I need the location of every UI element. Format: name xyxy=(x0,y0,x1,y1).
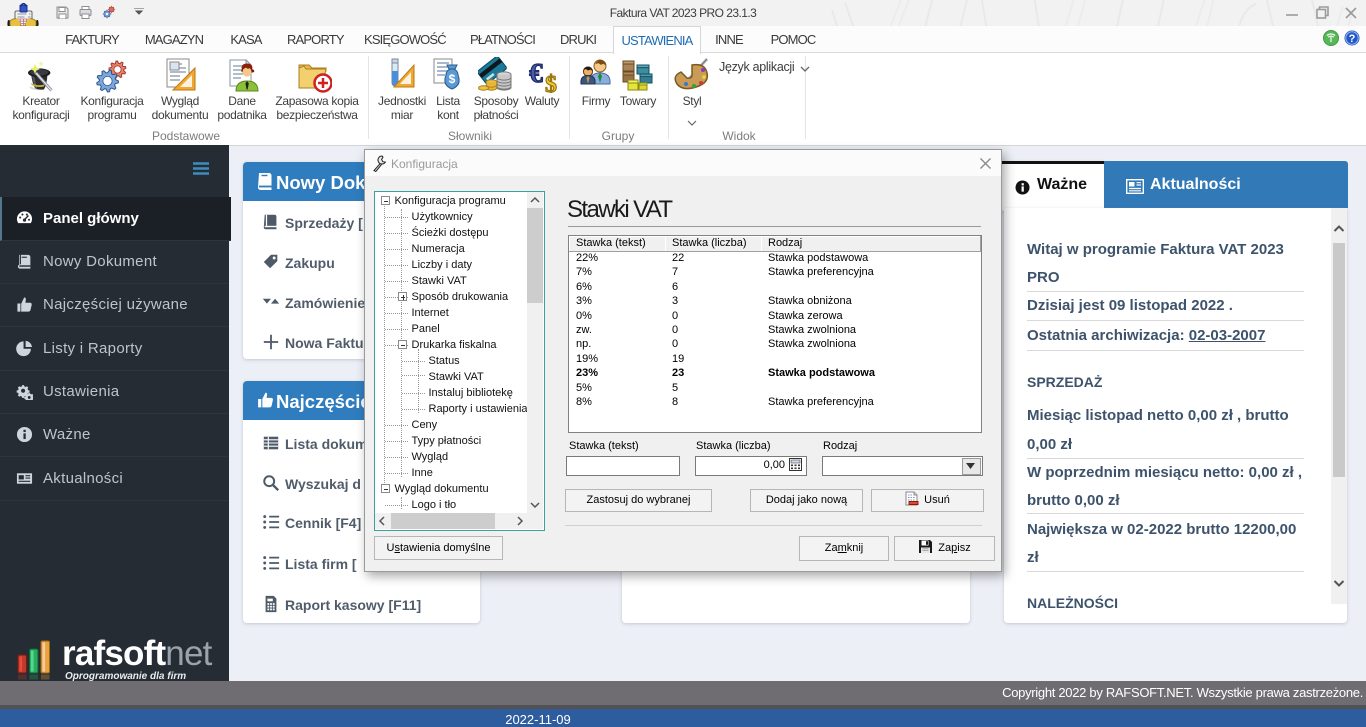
svg-text:$: $ xyxy=(545,72,557,93)
svg-text:?: ? xyxy=(1349,33,1356,45)
svg-text:€: € xyxy=(529,58,543,88)
svg-text:$: $ xyxy=(449,72,456,86)
